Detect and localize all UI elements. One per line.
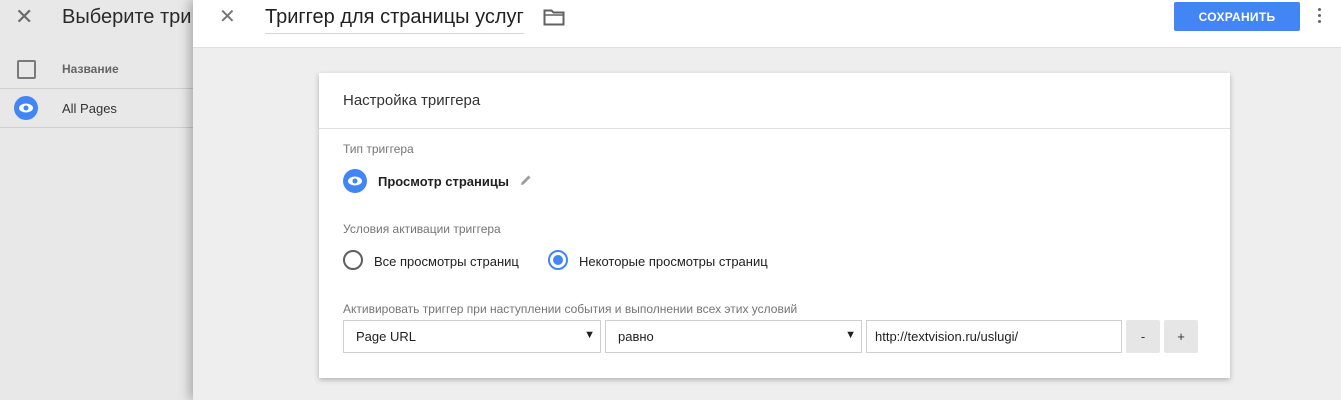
dropdown-arrow-icon: ▼ — [845, 329, 856, 341]
variable-select-value: Page URL — [356, 329, 416, 344]
more-vertical-icon[interactable] — [1317, 6, 1323, 26]
page-title: Триггер для страницы услуг — [265, 6, 524, 28]
operator-select-value: равно — [618, 329, 654, 344]
activation-label: Условия активации триггера — [343, 222, 501, 236]
close-icon[interactable]: ✕ — [219, 6, 236, 28]
condition-label: Активировать триггер при наступлении соб… — [343, 302, 798, 316]
save-button[interactable]: СОХРАНИТЬ — [1174, 2, 1300, 31]
remove-condition-button[interactable]: - — [1126, 320, 1160, 353]
list-item-label: All Pages — [62, 101, 117, 116]
dropdown-arrow-icon: ▼ — [584, 329, 595, 341]
trigger-chooser-panel: ✕ Выберите три Название All Pages — [0, 0, 200, 400]
select-all-checkbox[interactable] — [17, 60, 36, 79]
close-icon[interactable]: ✕ — [15, 6, 37, 28]
chooser-header-row: Название — [0, 48, 200, 89]
operator-select[interactable]: равно ▼ — [605, 320, 862, 353]
folder-icon[interactable] — [543, 8, 565, 26]
condition-value-input[interactable] — [866, 320, 1122, 353]
pencil-icon[interactable] — [519, 173, 533, 187]
radio-all-pageviews-label: Все просмотры страниц — [374, 254, 519, 269]
trigger-name-field[interactable]: Триггер для страницы услуг — [265, 4, 524, 34]
add-condition-button[interactable]: + — [1164, 320, 1198, 353]
top-bar: ✕ Триггер для страницы услуг СОХРАНИТЬ — [193, 0, 1341, 48]
eye-icon — [343, 169, 367, 193]
eye-icon — [14, 96, 38, 120]
trigger-config-card: Настройка триггера Тип триггера Просмотр… — [319, 73, 1230, 378]
variable-select[interactable]: Page URL ▼ — [343, 320, 601, 353]
card-title: Настройка триггера — [343, 92, 481, 109]
chooser-title: Выберите три — [62, 6, 192, 28]
list-item[interactable]: All Pages — [0, 89, 200, 128]
trigger-type-value: Просмотр страницы — [378, 174, 509, 189]
trigger-editor-drawer: ✕ Триггер для страницы услуг СОХРАНИТЬ Н… — [193, 0, 1341, 400]
radio-some-pageviews-label: Некоторые просмотры страниц — [579, 254, 768, 269]
column-header-name: Название — [62, 62, 119, 76]
trigger-type-label: Тип триггера — [343, 142, 414, 156]
radio-some-pageviews[interactable] — [548, 250, 568, 270]
card-header: Настройка триггера — [319, 73, 1230, 129]
radio-all-pageviews[interactable] — [343, 250, 363, 270]
